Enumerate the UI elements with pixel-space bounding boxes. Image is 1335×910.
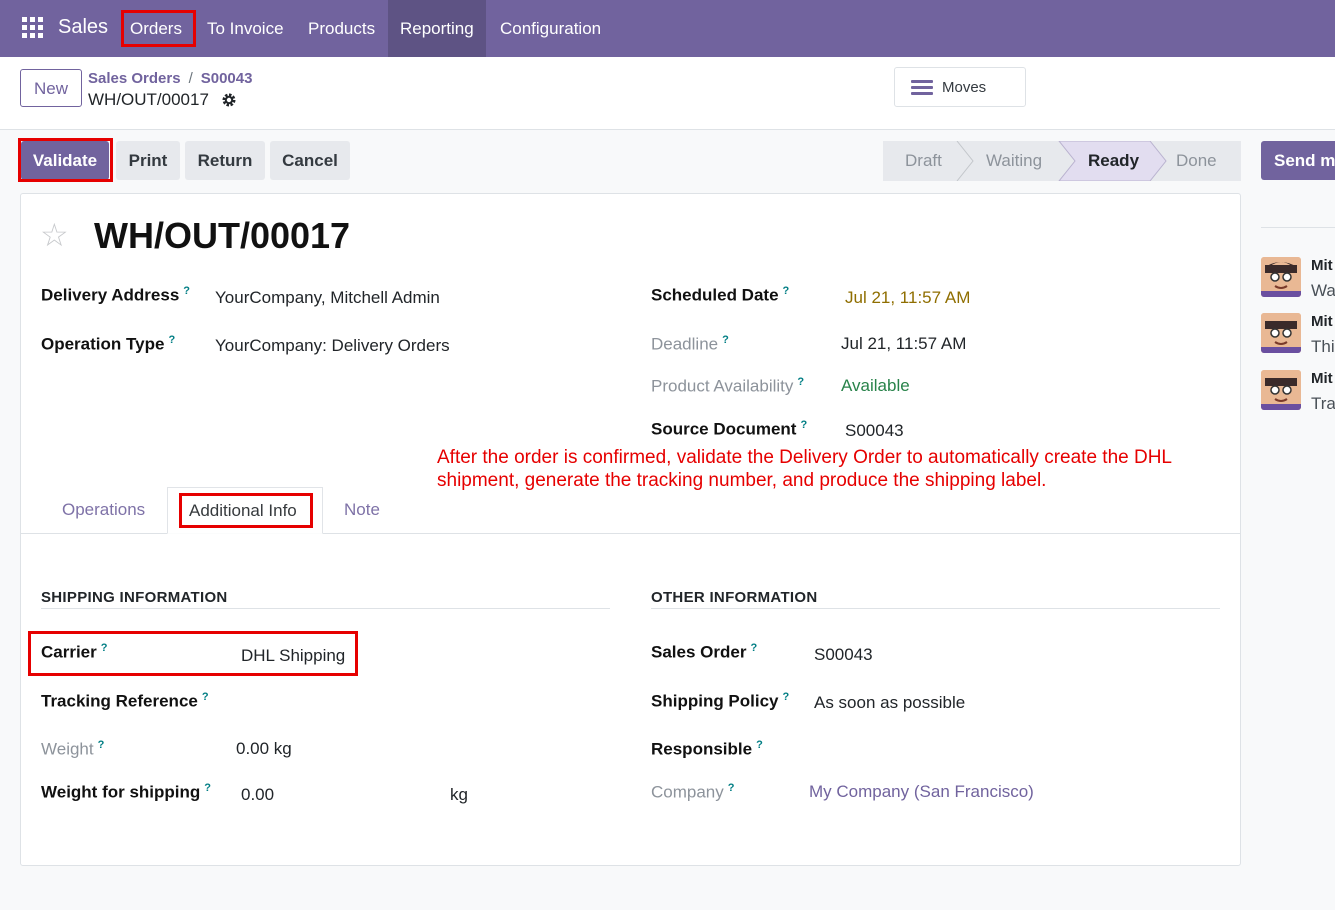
scheduled-date-label: Scheduled Date?: [651, 285, 790, 305]
breadcrumb-so[interactable]: S00043: [201, 70, 253, 87]
record-title: WH/OUT/00017: [94, 215, 351, 256]
product-availability-value: Available: [841, 376, 910, 395]
status-ready[interactable]: Ready: [1088, 141, 1139, 181]
responsible-label: Responsible?: [651, 739, 763, 759]
deadline-value: Jul 21, 11:57 AM: [841, 334, 967, 353]
operation-type-value[interactable]: YourCompany: Delivery Orders: [215, 336, 450, 356]
shipping-policy-label: Shipping Policy?: [651, 691, 790, 711]
help-icon[interactable]: ?: [783, 285, 790, 297]
avatar-icon[interactable]: [1261, 370, 1301, 410]
app-name[interactable]: Sales: [58, 16, 108, 39]
status-bar: Draft Waiting Ready Done: [883, 141, 1241, 181]
annotation-text: After the order is confirmed, validate t…: [437, 447, 1172, 491]
print-button[interactable]: Print: [116, 141, 180, 180]
chatter-author: Mit: [1311, 257, 1333, 274]
breadcrumb: Sales Orders / S00043: [88, 70, 252, 87]
new-button[interactable]: New: [20, 69, 82, 107]
chatter-author: Mit: [1311, 370, 1333, 387]
return-button[interactable]: Return: [185, 141, 265, 180]
delivery-address-label: Delivery Address?: [41, 285, 191, 305]
help-icon[interactable]: ?: [728, 782, 735, 794]
carrier-value[interactable]: DHL Shipping: [241, 646, 345, 666]
help-icon[interactable]: ?: [183, 285, 190, 297]
tab-additional-info-label: Additional Info: [189, 501, 297, 520]
tracking-reference-label: Tracking Reference?: [41, 691, 209, 711]
deadline-label: Deadline?: [651, 334, 729, 354]
operation-type-label: Operation Type?: [41, 334, 176, 354]
source-document-value[interactable]: S00043: [845, 421, 904, 441]
apps-menu-icon[interactable]: [22, 17, 43, 38]
validate-button[interactable]: Validate: [21, 141, 109, 180]
menu-products[interactable]: Products: [296, 0, 387, 57]
list-icon: [911, 80, 933, 95]
shipping-policy-value[interactable]: As soon as possible: [814, 693, 965, 713]
help-icon[interactable]: ?: [797, 376, 804, 388]
moves-button[interactable]: Moves: [894, 67, 1026, 107]
delivery-address-value[interactable]: YourCompany, Mitchell Admin: [215, 288, 440, 308]
menu-orders[interactable]: Orders: [118, 0, 194, 57]
source-document-label: Source Document?: [651, 419, 808, 439]
send-message-button[interactable]: Send m: [1261, 141, 1335, 180]
status-draft[interactable]: Draft: [905, 141, 942, 181]
menu-to-invoice[interactable]: To Invoice: [195, 0, 296, 57]
carrier-label: Carrier?: [41, 642, 108, 662]
help-icon[interactable]: ?: [168, 334, 175, 346]
sales-order-label: Sales Order?: [651, 642, 758, 662]
scheduled-date-value[interactable]: Jul 21, 11:57 AM: [845, 288, 970, 308]
menu-reporting[interactable]: Reporting: [388, 0, 486, 57]
help-icon[interactable]: ?: [101, 642, 108, 654]
help-icon[interactable]: ?: [202, 691, 209, 703]
shipping-header-line: [41, 608, 610, 609]
help-icon[interactable]: ?: [783, 691, 790, 703]
control-panel: New Sales Orders / S00043 WH/OUT/00017 Mov…: [0, 57, 1335, 130]
avatar-icon[interactable]: [1261, 313, 1301, 353]
breadcrumb-current: WH/OUT/00017: [88, 90, 209, 109]
cancel-button[interactable]: Cancel: [270, 141, 350, 180]
help-icon[interactable]: ?: [800, 419, 807, 431]
weight-value: 0.00 kg: [236, 739, 292, 758]
tab-additional-info[interactable]: Additional Info: [167, 487, 323, 534]
chatter-author: Mit: [1311, 313, 1333, 330]
breadcrumb-sales-orders[interactable]: Sales Orders: [88, 70, 181, 87]
weight-label: Weight?: [41, 739, 105, 759]
chatter-message: Tra: [1311, 394, 1335, 413]
tab-operations[interactable]: Operations: [62, 500, 145, 520]
company-value: My Company (San Francisco): [809, 782, 1034, 801]
breadcrumb-separator: /: [188, 70, 193, 87]
weight-for-shipping-unit: kg: [450, 785, 468, 804]
chatter-message: Wa: [1311, 281, 1335, 300]
chatter-message: Thi: [1311, 337, 1335, 356]
status-done[interactable]: Done: [1176, 141, 1217, 181]
company-label: Company?: [651, 782, 735, 802]
chatter-divider: [1261, 227, 1335, 228]
tab-note[interactable]: Note: [344, 500, 380, 520]
help-icon[interactable]: ?: [204, 782, 211, 794]
avatar-icon[interactable]: [1261, 257, 1301, 297]
help-icon[interactable]: ?: [750, 642, 757, 654]
moves-label: Moves: [942, 79, 987, 96]
help-icon[interactable]: ?: [722, 334, 729, 346]
status-waiting[interactable]: Waiting: [986, 141, 1042, 181]
product-availability-label: Product Availability?: [651, 376, 805, 396]
other-information-header: OTHER INFORMATION: [651, 589, 818, 606]
star-icon[interactable]: ☆: [40, 219, 69, 251]
menu-configuration[interactable]: Configuration: [488, 0, 613, 57]
gear-icon[interactable]: [221, 92, 237, 113]
weight-for-shipping-label: Weight for shipping?: [41, 782, 212, 802]
help-icon[interactable]: ?: [756, 739, 763, 751]
top-navbar: Sales Orders To Invoice Products Reporti…: [0, 0, 1335, 57]
weight-for-shipping-value[interactable]: 0.00: [241, 785, 274, 805]
help-icon[interactable]: ?: [98, 739, 105, 751]
sales-order-value[interactable]: S00043: [814, 645, 873, 665]
other-header-line: [651, 608, 1220, 609]
shipping-information-header: SHIPPING INFORMATION: [41, 589, 228, 606]
